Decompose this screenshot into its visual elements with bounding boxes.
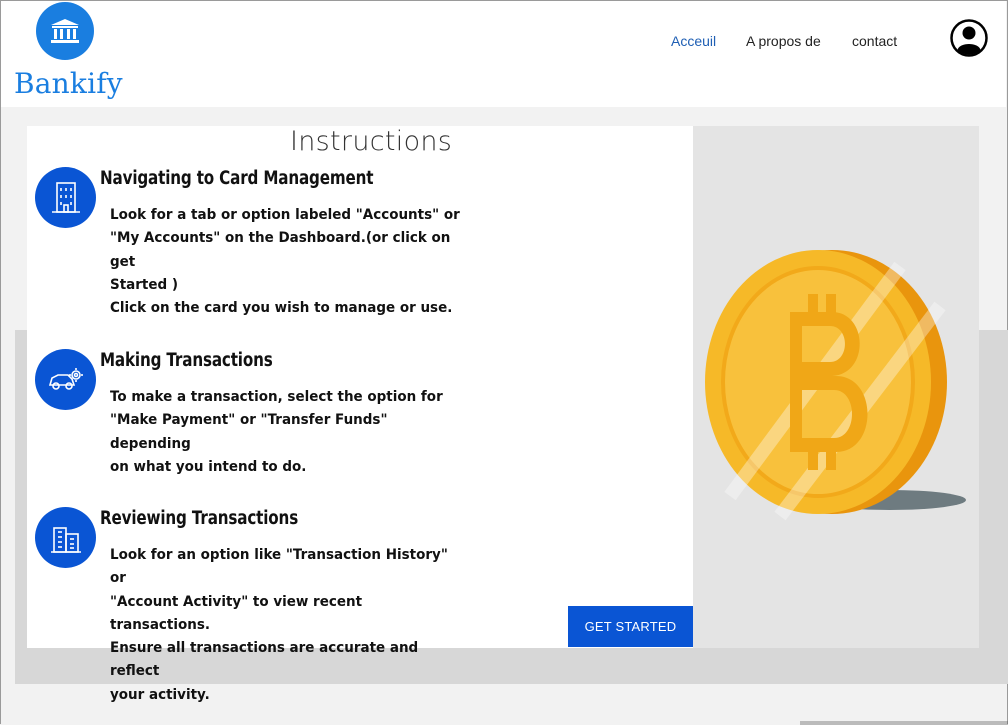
section-heading-transactions: Making Transactions: [100, 350, 273, 371]
section-heading-card-management: Navigating to Card Management: [100, 168, 374, 189]
page-title: Instructions: [290, 126, 453, 157]
bank-building-icon[interactable]: [36, 2, 94, 60]
nav-link-contact[interactable]: contact: [852, 33, 897, 49]
brand-name[interactable]: Bankify: [14, 67, 123, 100]
get-started-button[interactable]: GET STARTED: [568, 606, 693, 647]
car-gear-icon: [35, 349, 96, 410]
section-text-card-management: Look for a tab or option labeled "Accoun…: [110, 207, 460, 317]
office-building-icon: [35, 167, 96, 228]
nav-link-acceuil[interactable]: Acceuil: [671, 33, 716, 49]
user-avatar-icon[interactable]: [950, 19, 988, 57]
nav-link-about[interactable]: A propos de: [746, 33, 821, 49]
corner-shadow: [800, 721, 1008, 725]
bitcoin-coin-icon: [700, 246, 970, 521]
section-text-reviewing: Look for an option like "Transaction His…: [110, 547, 448, 703]
site-header: Bankify Acceuil A propos de contact: [1, 1, 1006, 107]
city-buildings-icon: [35, 507, 96, 568]
section-text-transactions: To make a transaction, select the option…: [110, 389, 443, 475]
section-heading-reviewing: Reviewing Transactions: [100, 508, 299, 529]
